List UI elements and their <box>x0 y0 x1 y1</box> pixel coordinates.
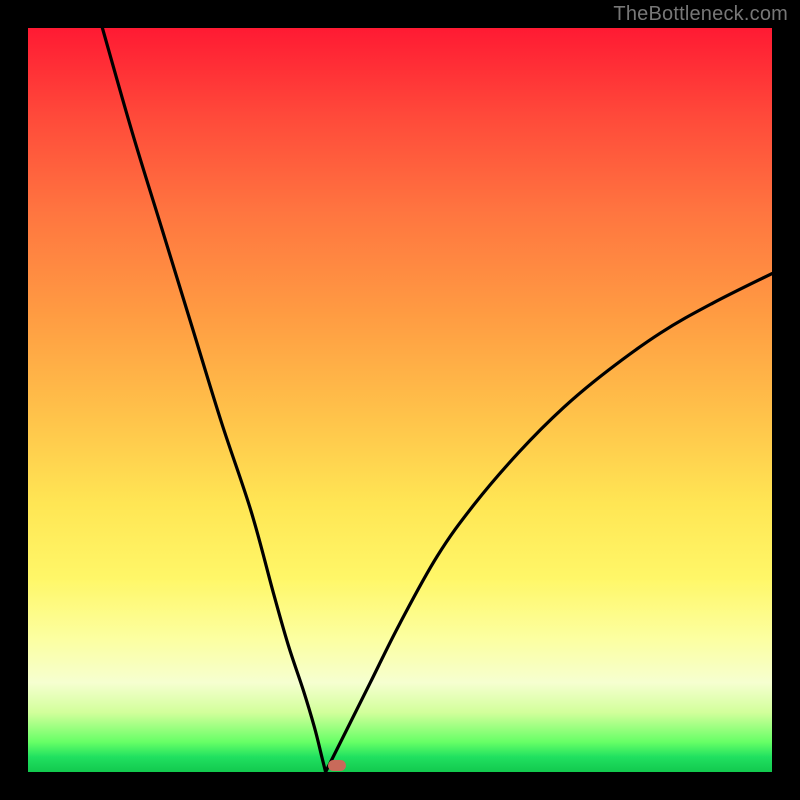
bottleneck-curve <box>28 28 772 772</box>
notch-marker <box>328 760 346 771</box>
chart-frame: TheBottleneck.com <box>0 0 800 800</box>
plot-area <box>28 28 772 772</box>
watermark-text: TheBottleneck.com <box>613 3 788 26</box>
